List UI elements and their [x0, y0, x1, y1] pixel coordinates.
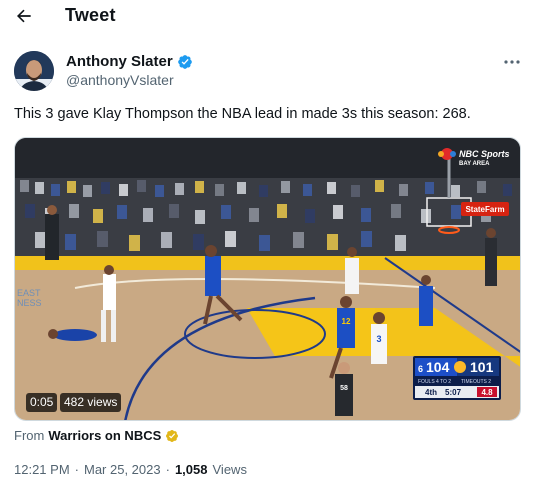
- jersey-shooter: 3: [376, 334, 381, 344]
- shot-clock: 4.8: [481, 388, 493, 397]
- video-frame: EAST NESS StateFarm NBC Sports BAY AREA: [15, 138, 520, 420]
- meta-separator: ·: [165, 462, 170, 477]
- video-view-count: 482 views: [60, 393, 122, 412]
- jersey-referee: 58: [340, 385, 348, 392]
- away-timeouts: TIMEOUTS 2: [461, 379, 491, 385]
- media-source: From Warriors on NBCS: [14, 428, 179, 443]
- more-options-button[interactable]: [498, 52, 526, 72]
- court-sign: StateFarm: [465, 205, 504, 214]
- baseline-text-top: EAST: [17, 288, 41, 298]
- score-home-seed: 6: [418, 364, 423, 374]
- arrow-left-icon: [17, 9, 31, 23]
- video-player[interactable]: EAST NESS StateFarm NBC Sports BAY AREA: [14, 137, 521, 421]
- game-quarter: 4th: [425, 388, 437, 397]
- game-clock: 5:07: [445, 388, 462, 397]
- meta-separator: ·: [74, 462, 79, 477]
- tweet-meta: 12:21 PM · Mar 25, 2023 · 1,058 Views: [14, 462, 247, 477]
- author-name-row: Anthony Slater: [66, 53, 193, 70]
- video-timestamp: 0:05: [26, 393, 58, 412]
- avatar[interactable]: [14, 51, 54, 91]
- home-fouls: FOULS 4: [418, 379, 439, 385]
- source-prefix: From: [14, 428, 45, 443]
- views-count: 1,058: [174, 462, 208, 477]
- verified-badge-icon: [177, 54, 192, 69]
- network-name: NBC Sports: [459, 149, 510, 159]
- score-away: 101: [470, 359, 494, 375]
- home-timeouts: TO 2: [440, 379, 451, 385]
- top-bar: Tweet: [0, 0, 534, 32]
- jersey-defender: 12: [342, 317, 351, 326]
- scoreboard: 6 104 101 FOULS 4 TO 2 TIMEOUTS 2 4th 5:…: [413, 356, 501, 400]
- back-button[interactable]: [10, 2, 38, 30]
- score-home: 104: [426, 359, 450, 375]
- tweet-time[interactable]: 12:21 PM: [14, 462, 70, 477]
- gold-verified-badge-icon: [166, 429, 179, 442]
- page-title: Tweet: [65, 5, 116, 25]
- ellipsis-icon: [504, 60, 520, 64]
- tweet-date[interactable]: Mar 25, 2023: [84, 462, 161, 477]
- author-display-name[interactable]: Anthony Slater: [66, 53, 173, 70]
- baseline-text-bottom: NESS: [17, 298, 42, 308]
- views-label: Views: [212, 462, 247, 477]
- network-region: BAY AREA: [459, 161, 490, 167]
- author-handle[interactable]: @anthonyVslater: [66, 72, 174, 88]
- source-name[interactable]: Warriors on NBCS: [48, 428, 161, 443]
- tweet-text: This 3 gave Klay Thompson the NBA lead i…: [14, 106, 471, 122]
